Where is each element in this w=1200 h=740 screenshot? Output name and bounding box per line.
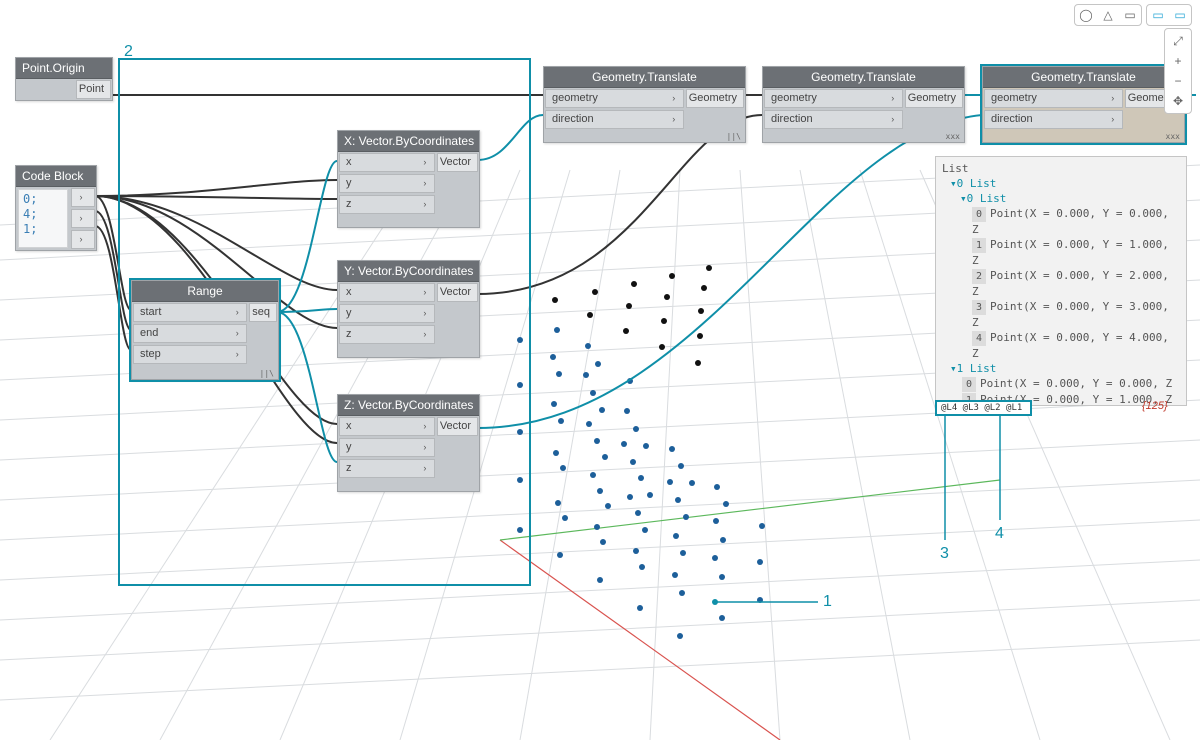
annotation-1: 1 (823, 593, 832, 611)
inport-direction[interactable]: direction› (764, 110, 903, 129)
item-count: {125} (1142, 400, 1168, 412)
node-code-block[interactable]: Code Block 0; 4; 1; › › › (15, 165, 97, 251)
toggle-surfaces-icon[interactable]: △ (1097, 5, 1119, 25)
node-vector-x[interactable]: X: Vector.ByCoordinates x› y› z› Vector (337, 130, 480, 228)
inport-x[interactable]: x› (339, 153, 435, 172)
node-translate-1[interactable]: Geometry.Translate geometry› direction› … (543, 66, 746, 143)
list-level-selector[interactable]: @L4 @L3 @L2 @L1 (935, 400, 1032, 416)
lacing-indicator: ||\ (260, 369, 274, 378)
preview-root: List (942, 161, 1180, 176)
zoom-out-icon[interactable]: − (1167, 71, 1189, 91)
outport-vector[interactable]: Vector (437, 283, 478, 302)
annotation-3: 3 (940, 545, 949, 563)
inport-geometry[interactable]: geometry› (545, 89, 684, 108)
inport-y[interactable]: y› (339, 438, 435, 457)
outport-seq[interactable]: seq (249, 303, 277, 322)
inport-direction[interactable]: direction› (984, 110, 1123, 129)
node-title: Geometry.Translate (544, 67, 745, 88)
view-toolbar: ◯ △ ▭ ▭ ▭ (1074, 4, 1192, 26)
inport-y[interactable]: y› (339, 304, 435, 323)
outport-0[interactable]: › (71, 188, 95, 207)
pan-icon[interactable]: ✥ (1167, 91, 1189, 111)
toggle-solids-icon[interactable]: ▭ (1119, 5, 1141, 25)
code-body[interactable]: 0; 4; 1; (18, 189, 68, 248)
node-title: Geometry.Translate (983, 67, 1184, 88)
outport-2[interactable]: › (71, 230, 95, 249)
node-title: Z: Vector.ByCoordinates (338, 395, 479, 416)
output-preview[interactable]: List ▾0 List▾0 List0Point(X = 0.000, Y =… (935, 156, 1187, 406)
lacing-indicator: ||\ (727, 132, 741, 141)
node-title: X: Vector.ByCoordinates (338, 131, 479, 152)
node-translate-2[interactable]: Geometry.Translate geometry› direction› … (762, 66, 965, 143)
node-vector-y[interactable]: Y: Vector.ByCoordinates x› y› z› Vector (337, 260, 480, 358)
outport-point[interactable]: Point (76, 80, 111, 99)
outport-vector[interactable]: Vector (437, 417, 478, 436)
outport-1[interactable]: › (71, 209, 95, 228)
node-point-origin[interactable]: Point.Origin Point (15, 57, 113, 101)
node-title: Geometry.Translate (763, 67, 964, 88)
lacing-indicator: xxx (1166, 132, 1180, 141)
zoom-in-icon[interactable]: + (1167, 51, 1189, 71)
inport-direction[interactable]: direction› (545, 110, 684, 129)
node-range[interactable]: Range start› end› step› seq ||\ (131, 280, 279, 380)
inport-z[interactable]: z› (339, 459, 435, 478)
inport-geometry[interactable]: geometry› (764, 89, 903, 108)
lacing-indicator: xxx (946, 132, 960, 141)
node-title: Range (132, 281, 278, 302)
inport-z[interactable]: z› (339, 195, 435, 214)
inport-step[interactable]: step› (133, 345, 247, 364)
outport-vector[interactable]: Vector (437, 153, 478, 172)
outport-geometry[interactable]: Geometry (905, 89, 963, 108)
node-vector-z[interactable]: Z: Vector.ByCoordinates x› y› z› Vector (337, 394, 480, 492)
inport-z[interactable]: z› (339, 325, 435, 344)
inport-y[interactable]: y› (339, 174, 435, 193)
inport-end[interactable]: end› (133, 324, 247, 343)
inport-geometry[interactable]: geometry› (984, 89, 1123, 108)
3d-view-icon[interactable]: ▭ (1169, 5, 1191, 25)
annotation-4: 4 (995, 525, 1004, 543)
node-title: Y: Vector.ByCoordinates (338, 261, 479, 282)
node-translate-3[interactable]: Geometry.Translate geometry› direction› … (982, 66, 1185, 143)
graph-view-icon[interactable]: ▭ (1147, 5, 1169, 25)
outport-geometry[interactable]: Geometry (686, 89, 744, 108)
inport-x[interactable]: x› (339, 283, 435, 302)
geometry-toggle-group: ◯ △ ▭ (1074, 4, 1142, 26)
annotation-2: 2 (124, 43, 133, 61)
fit-view-icon[interactable]: ⤢ (1167, 31, 1189, 51)
view-mode-group: ▭ ▭ (1146, 4, 1192, 26)
nav-toolbar: ⤢ + − ✥ (1164, 28, 1192, 114)
workspace[interactable]: Point.Origin Point Code Block 0; 4; 1; ›… (0, 0, 1200, 740)
node-title: Point.Origin (16, 58, 112, 79)
inport-start[interactable]: start› (133, 303, 247, 322)
toggle-curves-icon[interactable]: ◯ (1075, 5, 1097, 25)
inport-x[interactable]: x› (339, 417, 435, 436)
node-title: Code Block (16, 166, 96, 187)
